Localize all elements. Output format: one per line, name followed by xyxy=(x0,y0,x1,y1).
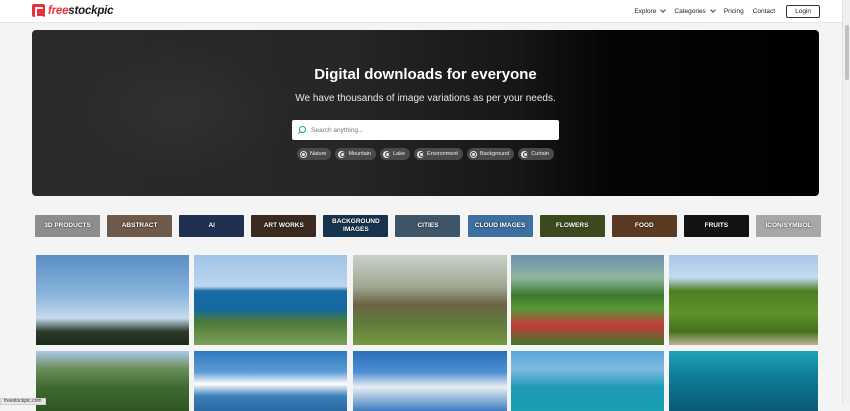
logo-brand: free xyxy=(48,4,69,17)
hero-title: Digital downloads for everyone xyxy=(314,66,537,83)
gallery-image-village-cottages[interactable] xyxy=(353,255,507,345)
category-tile[interactable]: ART WORKS xyxy=(251,215,317,237)
logo-icon xyxy=(32,4,45,18)
gallery-image-coast-sea[interactable] xyxy=(194,255,347,345)
status-url: freestockpic.com xyxy=(0,398,46,405)
chevron-down-icon xyxy=(709,7,716,13)
search-chip[interactable]: Curtain xyxy=(518,148,555,160)
hero-banner: Digital downloads for everyone We have t… xyxy=(32,30,819,196)
search-input[interactable] xyxy=(311,126,551,134)
gallery-image-sea-clouds[interactable] xyxy=(194,351,347,411)
nav-explore[interactable]: Explore xyxy=(634,7,667,15)
main-nav: Explore Categories Pricing Contact Login xyxy=(625,5,820,18)
logo-rest: stockpic xyxy=(68,4,114,17)
search-bar[interactable] xyxy=(292,120,559,140)
search-chip[interactable]: Environment xyxy=(414,148,463,160)
suggestion-chips: Nature Mountain Lake Environment Background C… xyxy=(32,148,819,160)
category-tile[interactable]: 3D PRODUCTS xyxy=(35,215,100,237)
search-chip[interactable]: Mountain xyxy=(335,148,377,160)
search-icon xyxy=(298,125,307,135)
search-icon xyxy=(338,150,346,158)
search-icon xyxy=(383,150,391,158)
gallery-image-turquoise-sea[interactable] xyxy=(511,351,664,411)
search-chip[interactable]: Lake xyxy=(380,148,411,160)
nav-pricing[interactable]: Pricing xyxy=(724,8,744,15)
login-button[interactable]: Login xyxy=(786,5,820,18)
category-tile[interactable]: CLOUD IMAGES xyxy=(467,215,533,237)
search-icon xyxy=(417,150,425,158)
site-logo[interactable]: freestockpic xyxy=(32,4,114,18)
gallery-image-blue-sky-clouds[interactable] xyxy=(353,351,507,411)
category-tile[interactable]: FOOD xyxy=(611,215,677,237)
nav-categories[interactable]: Categories xyxy=(674,7,716,15)
top-header: freestockpic Explore Categories Pricing … xyxy=(0,0,850,23)
gallery-image-vineyard[interactable] xyxy=(669,255,818,345)
page-scrollbar[interactable] xyxy=(842,0,850,405)
category-tile[interactable]: FRUITS xyxy=(683,215,749,237)
search-icon xyxy=(299,150,307,158)
category-tile[interactable]: ABSTRACT xyxy=(107,215,173,237)
search-icon xyxy=(469,150,477,158)
gallery-image-underwater[interactable] xyxy=(669,351,818,411)
search-icon xyxy=(521,150,529,158)
gallery-image-rainbow-flowers[interactable] xyxy=(511,255,664,345)
category-tile[interactable]: BACKGROUND IMAGES xyxy=(323,215,389,237)
gallery-image-green-valley[interactable] xyxy=(36,351,189,411)
category-strip: 3D PRODUCTS ABSTRACT AI ART WORKS BACKGROUND… xyxy=(35,215,828,237)
category-tile[interactable]: FLOWERS xyxy=(539,215,605,237)
category-tile[interactable]: AI xyxy=(179,215,245,237)
scrollbar-thumb[interactable] xyxy=(845,25,849,80)
search-chip[interactable]: Nature xyxy=(296,148,332,160)
category-tile[interactable]: ICON/SYMBOL xyxy=(755,215,821,237)
category-tile[interactable]: CITIES xyxy=(395,215,461,237)
gallery-image-sky-with-clouds[interactable] xyxy=(36,255,189,345)
chevron-down-icon xyxy=(660,7,667,13)
search-chip[interactable]: Background xyxy=(466,148,515,160)
nav-contact[interactable]: Contact xyxy=(753,8,775,15)
hero-subtitle: We have thousands of image variations as… xyxy=(295,93,556,104)
